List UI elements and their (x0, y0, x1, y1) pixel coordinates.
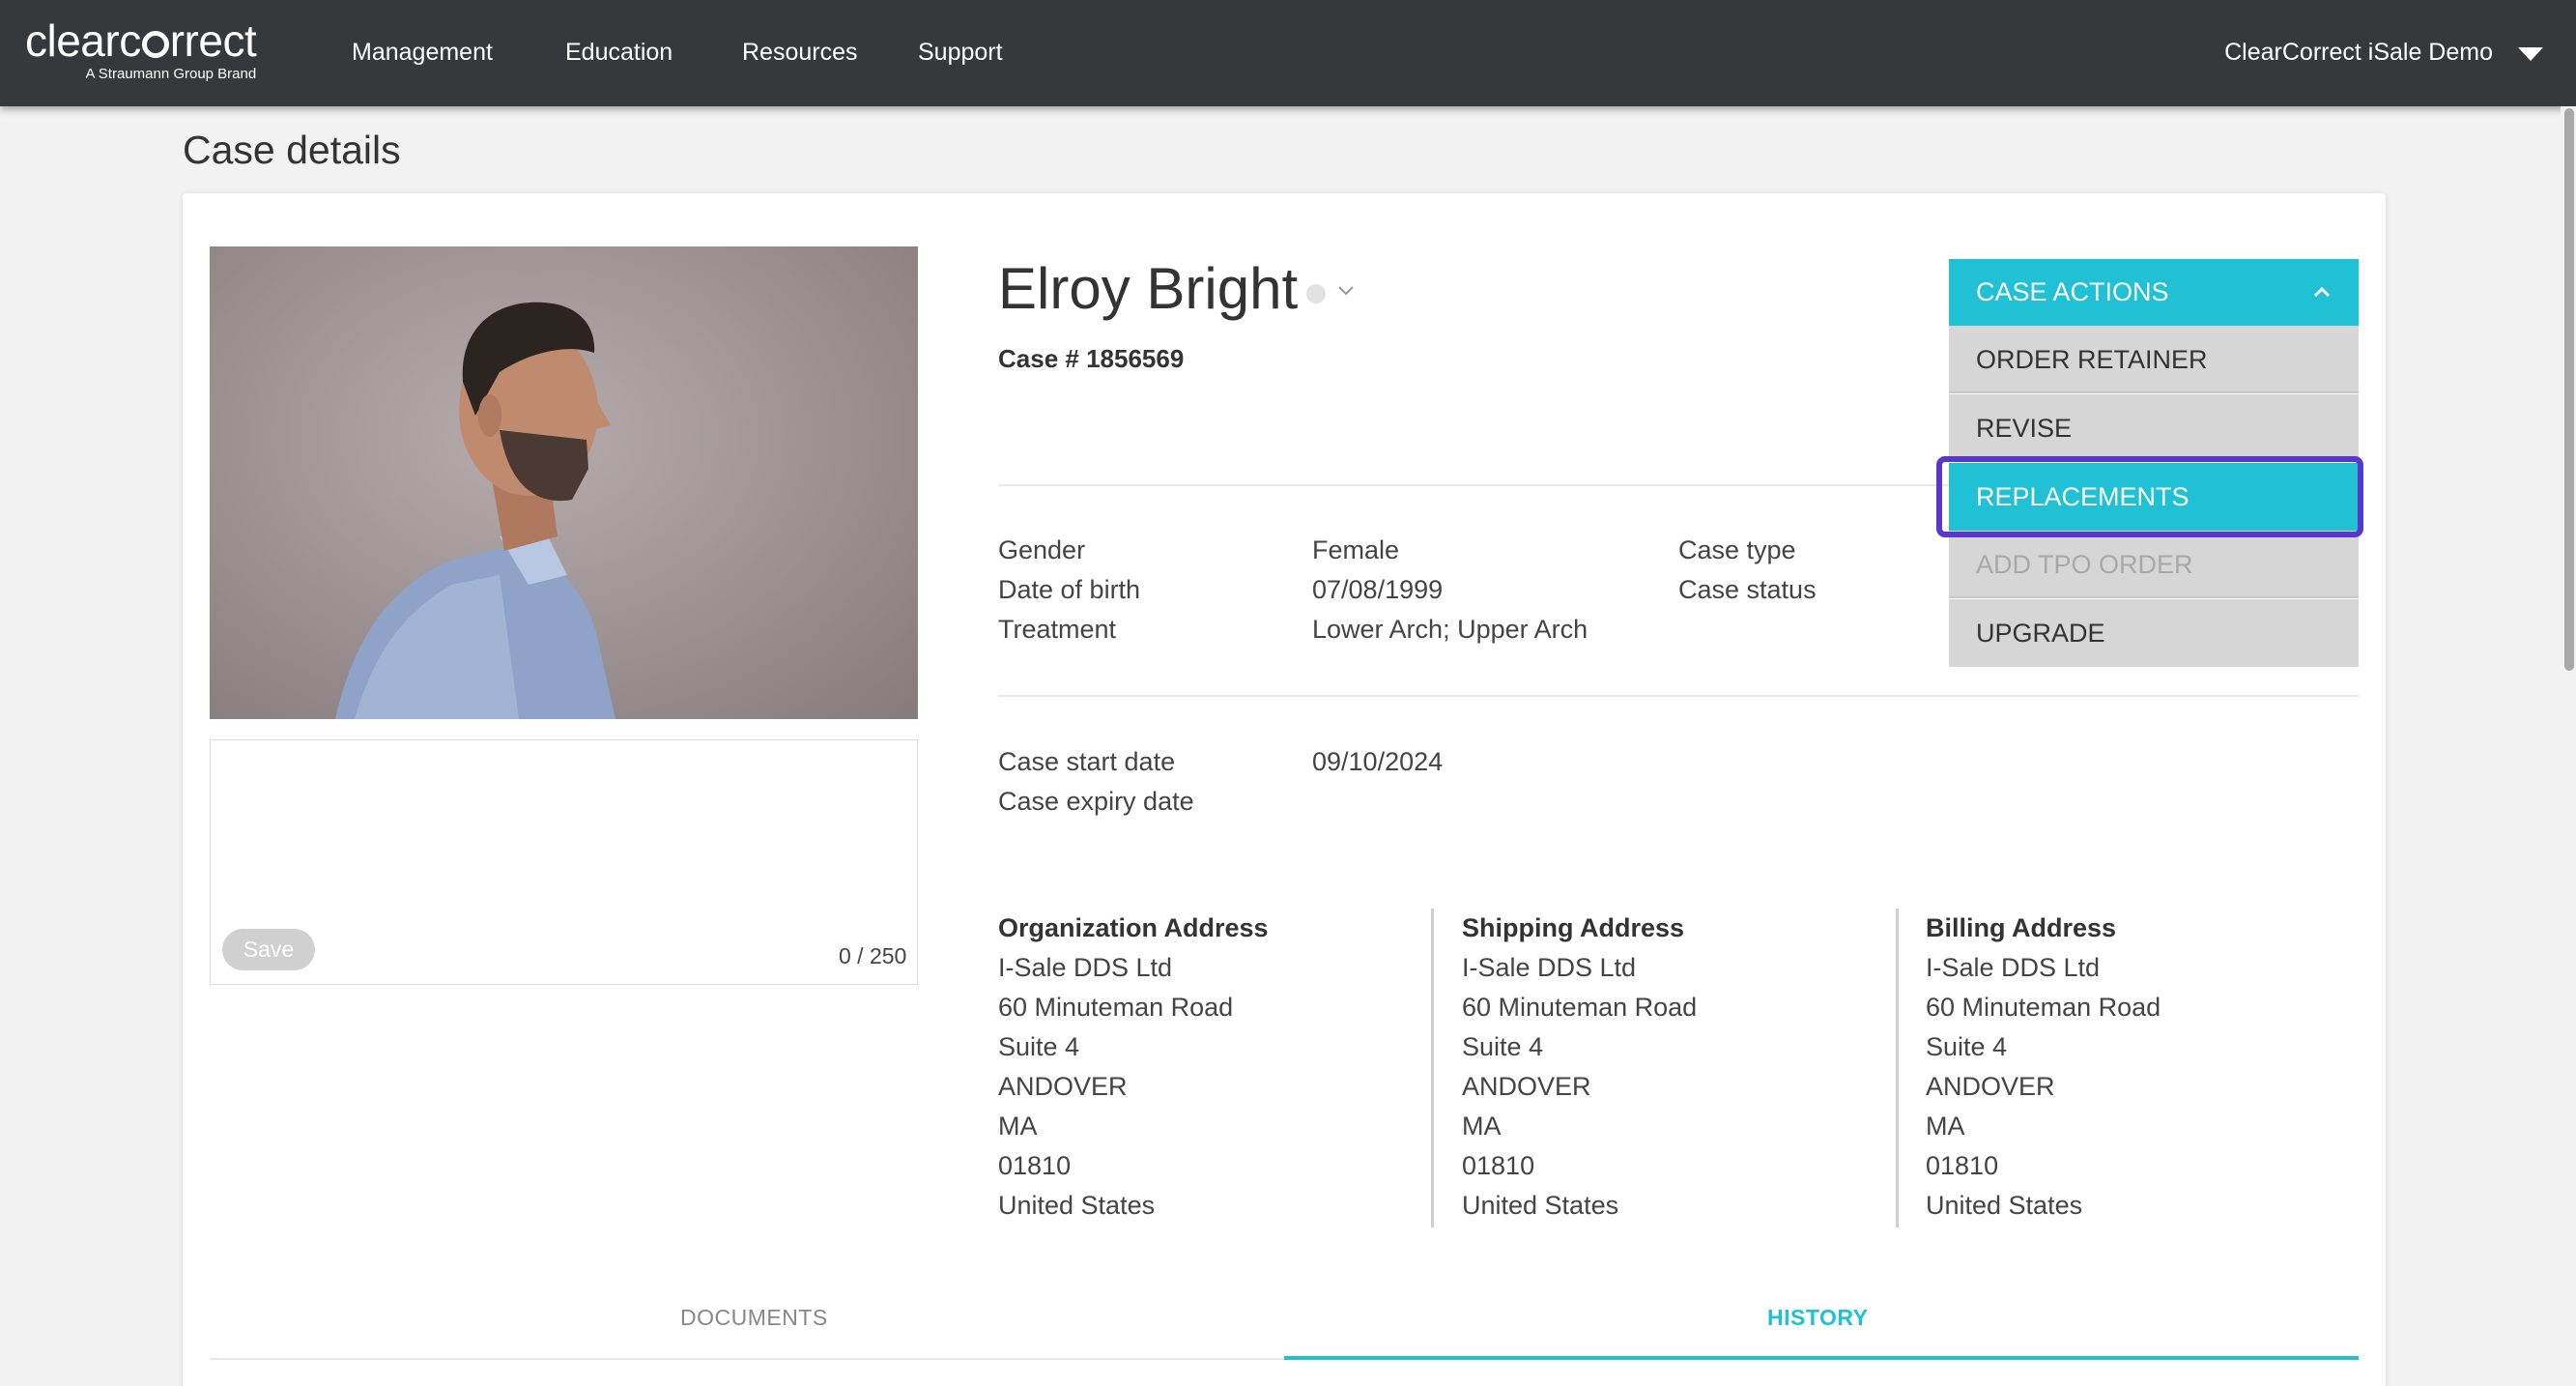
tab-history[interactable]: HISTORY (1767, 1305, 1868, 1331)
logo-wordmark: clearc rrect (25, 15, 257, 66)
address-title: Organization Address (998, 913, 1269, 942)
address-line: Suite 4 (998, 1032, 1080, 1061)
address-line: I-Sale DDS Ltd (998, 953, 1173, 982)
clearcorrect-logo[interactable]: clearc rrect A Straumann Group Brand (25, 15, 257, 82)
note-character-count: 0 / 250 (839, 943, 907, 968)
address-line: 01810 (1926, 1151, 1999, 1180)
value-date-of-birth: 07/08/1999 (1312, 575, 1444, 604)
chevron-up-icon (2313, 286, 2331, 298)
address-line: United States (1462, 1191, 1619, 1220)
label-case-status: Case status (1678, 575, 1817, 604)
value-gender: Female (1312, 535, 1400, 564)
label-case-start-date: Case start date (998, 747, 1176, 776)
tab-documents[interactable]: DOCUMENTS (680, 1305, 828, 1331)
menu-item-order-retainer[interactable]: ORDER RETAINER (1949, 326, 2359, 393)
case-actions-button[interactable]: CASE ACTIONS (1949, 259, 2359, 326)
patient-name: Elroy Bright (998, 256, 1299, 321)
address-line: ANDOVER (998, 1072, 1128, 1101)
address-line: Suite 4 (1462, 1032, 1544, 1061)
menu-item-replacements[interactable]: REPLACEMENTS (1949, 463, 2359, 531)
user-menu[interactable]: ClearCorrect iSale Demo (2224, 39, 2493, 67)
caret-down-icon[interactable] (2518, 47, 2543, 61)
address-line: 60 Minuteman Road (998, 993, 1234, 1022)
case-notes-textarea[interactable] (210, 739, 918, 985)
patient-status-dot (1306, 284, 1326, 303)
value-treatment: Lower Arch; Upper Arch (1312, 615, 1589, 644)
label-treatment: Treatment (998, 615, 1117, 644)
address-line: 01810 (998, 1151, 1072, 1180)
address-separator (1431, 909, 1434, 1227)
address-line: ANDOVER (1926, 1072, 2055, 1101)
address-line: I-Sale DDS Ltd (1462, 953, 1637, 982)
label-case-expiry-date: Case expiry date (998, 787, 1194, 816)
nav-support[interactable]: Support (918, 39, 1003, 67)
address-title: Billing Address (1926, 913, 2117, 942)
menu-item-upgrade[interactable]: UPGRADE (1949, 599, 2359, 667)
nav-resources[interactable]: Resources (742, 39, 858, 67)
address-line: I-Sale DDS Ltd (1926, 953, 2101, 982)
nav-management[interactable]: Management (352, 39, 493, 67)
menu-item-revise[interactable]: REVISE (1949, 394, 2359, 462)
chevron-down-icon[interactable] (1336, 280, 1356, 300)
address-line: 60 Minuteman Road (1926, 993, 2161, 1022)
logo-tagline: A Straumann Group Brand (85, 66, 257, 82)
header-divider (998, 484, 1955, 486)
address-line: MA (998, 1112, 1038, 1141)
menu-item-add-tpo-order: ADD TPO ORDER (1949, 531, 2359, 598)
address-line: Suite 4 (1926, 1032, 2008, 1061)
page-title: Case details (183, 128, 401, 172)
top-navigation-bar: clearc rrect A Straumann Group Brand Mana… (0, 0, 2576, 106)
address-line: ANDOVER (1462, 1072, 1591, 1101)
patient-portrait-image (335, 302, 615, 719)
address-line: MA (1462, 1112, 1502, 1141)
case-number: Case # 1856569 (998, 344, 1185, 373)
logo-o-ring-icon (141, 31, 169, 58)
details-divider (998, 695, 2359, 697)
address-line: MA (1926, 1112, 1965, 1141)
label-case-type: Case type (1678, 535, 1796, 564)
label-date-of-birth: Date of birth (998, 575, 1141, 604)
save-note-button[interactable]: Save (222, 929, 315, 970)
label-gender: Gender (998, 535, 1086, 564)
address-line: United States (1926, 1191, 2083, 1220)
case-actions-label: CASE ACTIONS (1976, 277, 2169, 306)
address-line: 60 Minuteman Road (1462, 993, 1698, 1022)
page-scrollbar-thumb[interactable] (2564, 108, 2574, 671)
tab-active-indicator (1284, 1356, 2359, 1360)
value-case-start-date: 09/10/2024 (1312, 747, 1444, 776)
address-title: Shipping Address (1462, 913, 1685, 942)
address-line: United States (998, 1191, 1156, 1220)
address-separator (1896, 909, 1899, 1227)
nav-education[interactable]: Education (565, 39, 673, 67)
address-line: 01810 (1462, 1151, 1535, 1180)
patient-photo (210, 246, 918, 719)
